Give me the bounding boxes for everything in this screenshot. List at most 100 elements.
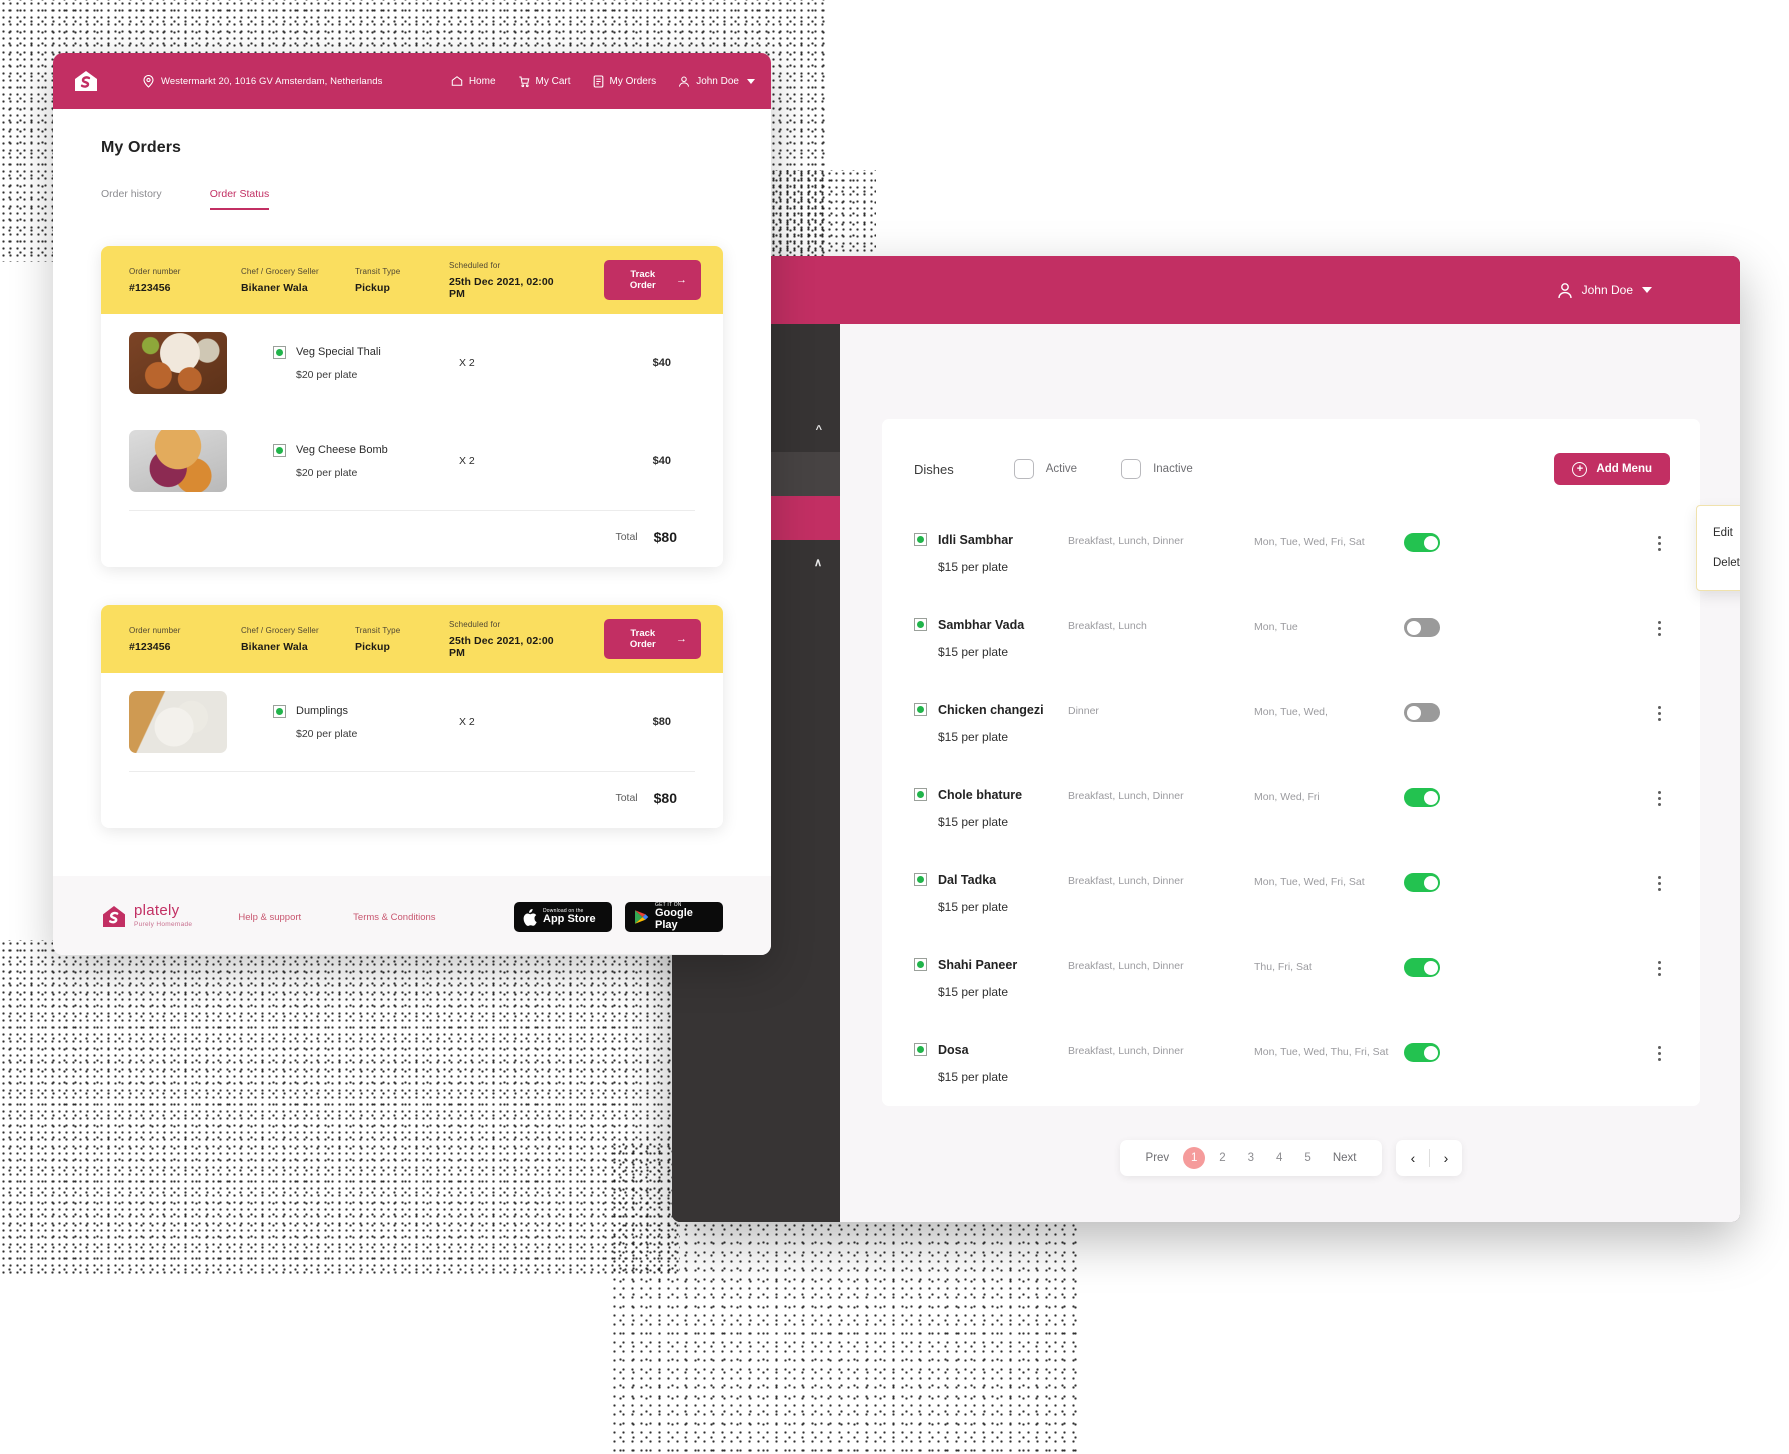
- active-label: Active: [1045, 463, 1078, 475]
- dish-name-cell: Chole bhature $15 per plate: [914, 788, 1068, 829]
- row-menu-icon[interactable]: [1650, 1043, 1668, 1061]
- dish-info: Veg Cheese Bomb $20 per plate: [273, 443, 459, 479]
- google-play-button[interactable]: GET IT ON Google Play: [625, 902, 723, 932]
- tab-order-status[interactable]: Order Status: [209, 188, 270, 210]
- seller-label: Chef / Grocery Seller: [241, 625, 319, 635]
- dish-meals: Breakfast, Lunch, Dinner: [1068, 960, 1184, 972]
- chevron-down-icon: [1642, 287, 1652, 293]
- veg-indicator-icon: [273, 443, 286, 457]
- pagination-page-5[interactable]: 5: [1296, 1152, 1318, 1164]
- active-checkbox[interactable]: [1013, 459, 1034, 479]
- inactive-label: Inactive: [1153, 463, 1193, 475]
- filter-inactive[interactable]: Inactive: [1121, 459, 1193, 479]
- chevron-right-icon[interactable]: ›: [1430, 1150, 1462, 1166]
- dish-thumbnail: [129, 691, 227, 753]
- table-row[interactable]: Chicken changezi $15 per plate Dinner Mo…: [912, 681, 1670, 766]
- row-menu-icon[interactable]: [1650, 958, 1668, 976]
- nav-my-cart-label: My Cart: [535, 75, 571, 87]
- order-number-value: #123456: [129, 281, 171, 294]
- address-text: Westermarkt 20, 1016 GV Amsterdam, Nethe…: [161, 75, 383, 87]
- table-row[interactable]: Idli Sambhar $15 per plate Breakfast, Lu…: [912, 505, 1740, 596]
- veg-indicator-icon: [914, 873, 927, 886]
- admin-dishes-window: John Doe n ^ s ∧: [672, 256, 1740, 1222]
- track-order-label: Track Order: [629, 269, 656, 291]
- add-menu-button[interactable]: + Add Menu: [1554, 453, 1670, 485]
- order-number-field: Order number #123456: [129, 267, 205, 294]
- filter-active[interactable]: Active: [1013, 459, 1078, 479]
- dish-thumbnail: [129, 430, 227, 492]
- customer-nav: Home My Cart My Orders John Doe: [451, 74, 755, 88]
- dish-toggle-cell: [1404, 873, 1500, 892]
- seller-value: Bikaner Wala: [241, 281, 308, 294]
- dish-status-toggle[interactable]: [1404, 1043, 1440, 1062]
- veg-indicator-icon: [914, 788, 927, 801]
- order-card: Order number #123456 Chef / Grocery Sell…: [101, 605, 723, 828]
- context-menu-edit[interactable]: Edit: [1697, 518, 1740, 548]
- chevron-down-icon: [747, 78, 755, 84]
- admin-topbar: John Doe: [672, 256, 1740, 324]
- nav-my-orders[interactable]: My Orders: [593, 74, 656, 88]
- cart-icon: [518, 75, 530, 88]
- chevron-left-icon[interactable]: ‹: [1397, 1150, 1429, 1166]
- dish-info: Dumplings $20 per plate: [273, 704, 459, 740]
- dish-days: Mon, Tue, Wed,: [1254, 706, 1328, 718]
- row-menu-icon[interactable]: [1650, 618, 1668, 636]
- dish-status-toggle[interactable]: [1404, 788, 1440, 807]
- nav-user-menu[interactable]: John Doe: [678, 75, 755, 88]
- nav-home[interactable]: Home: [451, 75, 496, 87]
- plately-logo-icon[interactable]: [71, 66, 101, 96]
- nav-home-label: Home: [468, 75, 496, 87]
- inactive-checkbox[interactable]: [1121, 459, 1142, 479]
- footer-logo[interactable]: plately Purely Homemade: [101, 903, 192, 931]
- veg-indicator-icon: [914, 958, 927, 971]
- pagination-prev[interactable]: Prev: [1138, 1152, 1178, 1164]
- table-row[interactable]: Chole bhature $15 per plate Breakfast, L…: [912, 766, 1670, 851]
- app-store-button[interactable]: Download on the App Store: [514, 902, 612, 932]
- dish-price: $20 per plate: [296, 727, 358, 740]
- veg-indicator-icon: [914, 618, 927, 631]
- pagination-next[interactable]: Next: [1325, 1152, 1365, 1164]
- admin-user-menu[interactable]: John Doe: [1557, 282, 1652, 299]
- table-row[interactable]: Dal Tadka $15 per plate Breakfast, Lunch…: [912, 851, 1670, 936]
- footer-link-terms[interactable]: Terms & Conditions: [353, 912, 435, 923]
- dish-meals: Dinner: [1068, 705, 1099, 717]
- row-context-menu[interactable]: Edit Delete: [1696, 505, 1740, 591]
- pagination-page-2[interactable]: 2: [1211, 1152, 1233, 1164]
- context-menu-delete[interactable]: Delete: [1697, 548, 1740, 578]
- dish-status-toggle[interactable]: [1404, 703, 1440, 722]
- order-total: Total $80: [101, 511, 723, 567]
- dish-toggle-cell: [1404, 1043, 1500, 1062]
- order-card-header: Order number #123456 Chef / Grocery Sell…: [101, 246, 723, 314]
- scheduled-field: Scheduled for 25th Dec 2021, 02:00 PM: [449, 261, 568, 300]
- dishes-rows: Idli Sambhar $15 per plate Breakfast, Lu…: [912, 505, 1740, 1106]
- dish-meals: Breakfast, Lunch, Dinner: [1068, 1045, 1184, 1057]
- row-menu-icon[interactable]: [1650, 873, 1668, 891]
- table-row[interactable]: Dosa $15 per plate Breakfast, Lunch, Din…: [912, 1021, 1670, 1106]
- dish-status-toggle[interactable]: [1404, 873, 1440, 892]
- pagination-page-3[interactable]: 3: [1240, 1152, 1262, 1164]
- row-menu-icon[interactable]: [1650, 703, 1668, 721]
- scheduled-value: 25th Dec 2021, 02:00 PM: [449, 275, 554, 300]
- footer-link-help[interactable]: Help & support: [238, 912, 301, 923]
- order-card: Order number #123456 Chef / Grocery Sell…: [101, 246, 723, 567]
- home-icon: [451, 75, 463, 87]
- row-menu-icon[interactable]: [1650, 533, 1668, 551]
- pagination-page-1[interactable]: 1: [1183, 1147, 1206, 1169]
- dish-thumbnail: [129, 332, 227, 394]
- track-order-button[interactable]: Track Order →: [603, 260, 701, 300]
- dish-status-toggle[interactable]: [1404, 618, 1440, 637]
- dish-status-toggle[interactable]: [1404, 533, 1440, 552]
- row-menu-icon[interactable]: [1650, 788, 1668, 806]
- add-menu-label: Add Menu: [1596, 463, 1652, 475]
- dish-name: Dal Tadka: [938, 873, 997, 887]
- table-row[interactable]: Shahi Paneer $15 per plate Breakfast, Lu…: [912, 936, 1670, 1021]
- table-row[interactable]: Sambhar Vada $15 per plate Breakfast, Lu…: [912, 596, 1670, 681]
- track-order-button[interactable]: Track Order →: [603, 619, 701, 659]
- apple-icon: [523, 908, 537, 926]
- app-store-badges: Download on the App Store GET IT ON Goog…: [514, 902, 723, 932]
- tab-order-history[interactable]: Order history: [101, 188, 162, 210]
- dishes-header: Dishes Active Inactive + Add Menu: [912, 445, 1670, 485]
- nav-my-cart[interactable]: My Cart: [518, 75, 571, 88]
- pagination-page-4[interactable]: 4: [1268, 1152, 1290, 1164]
- dish-status-toggle[interactable]: [1404, 958, 1440, 977]
